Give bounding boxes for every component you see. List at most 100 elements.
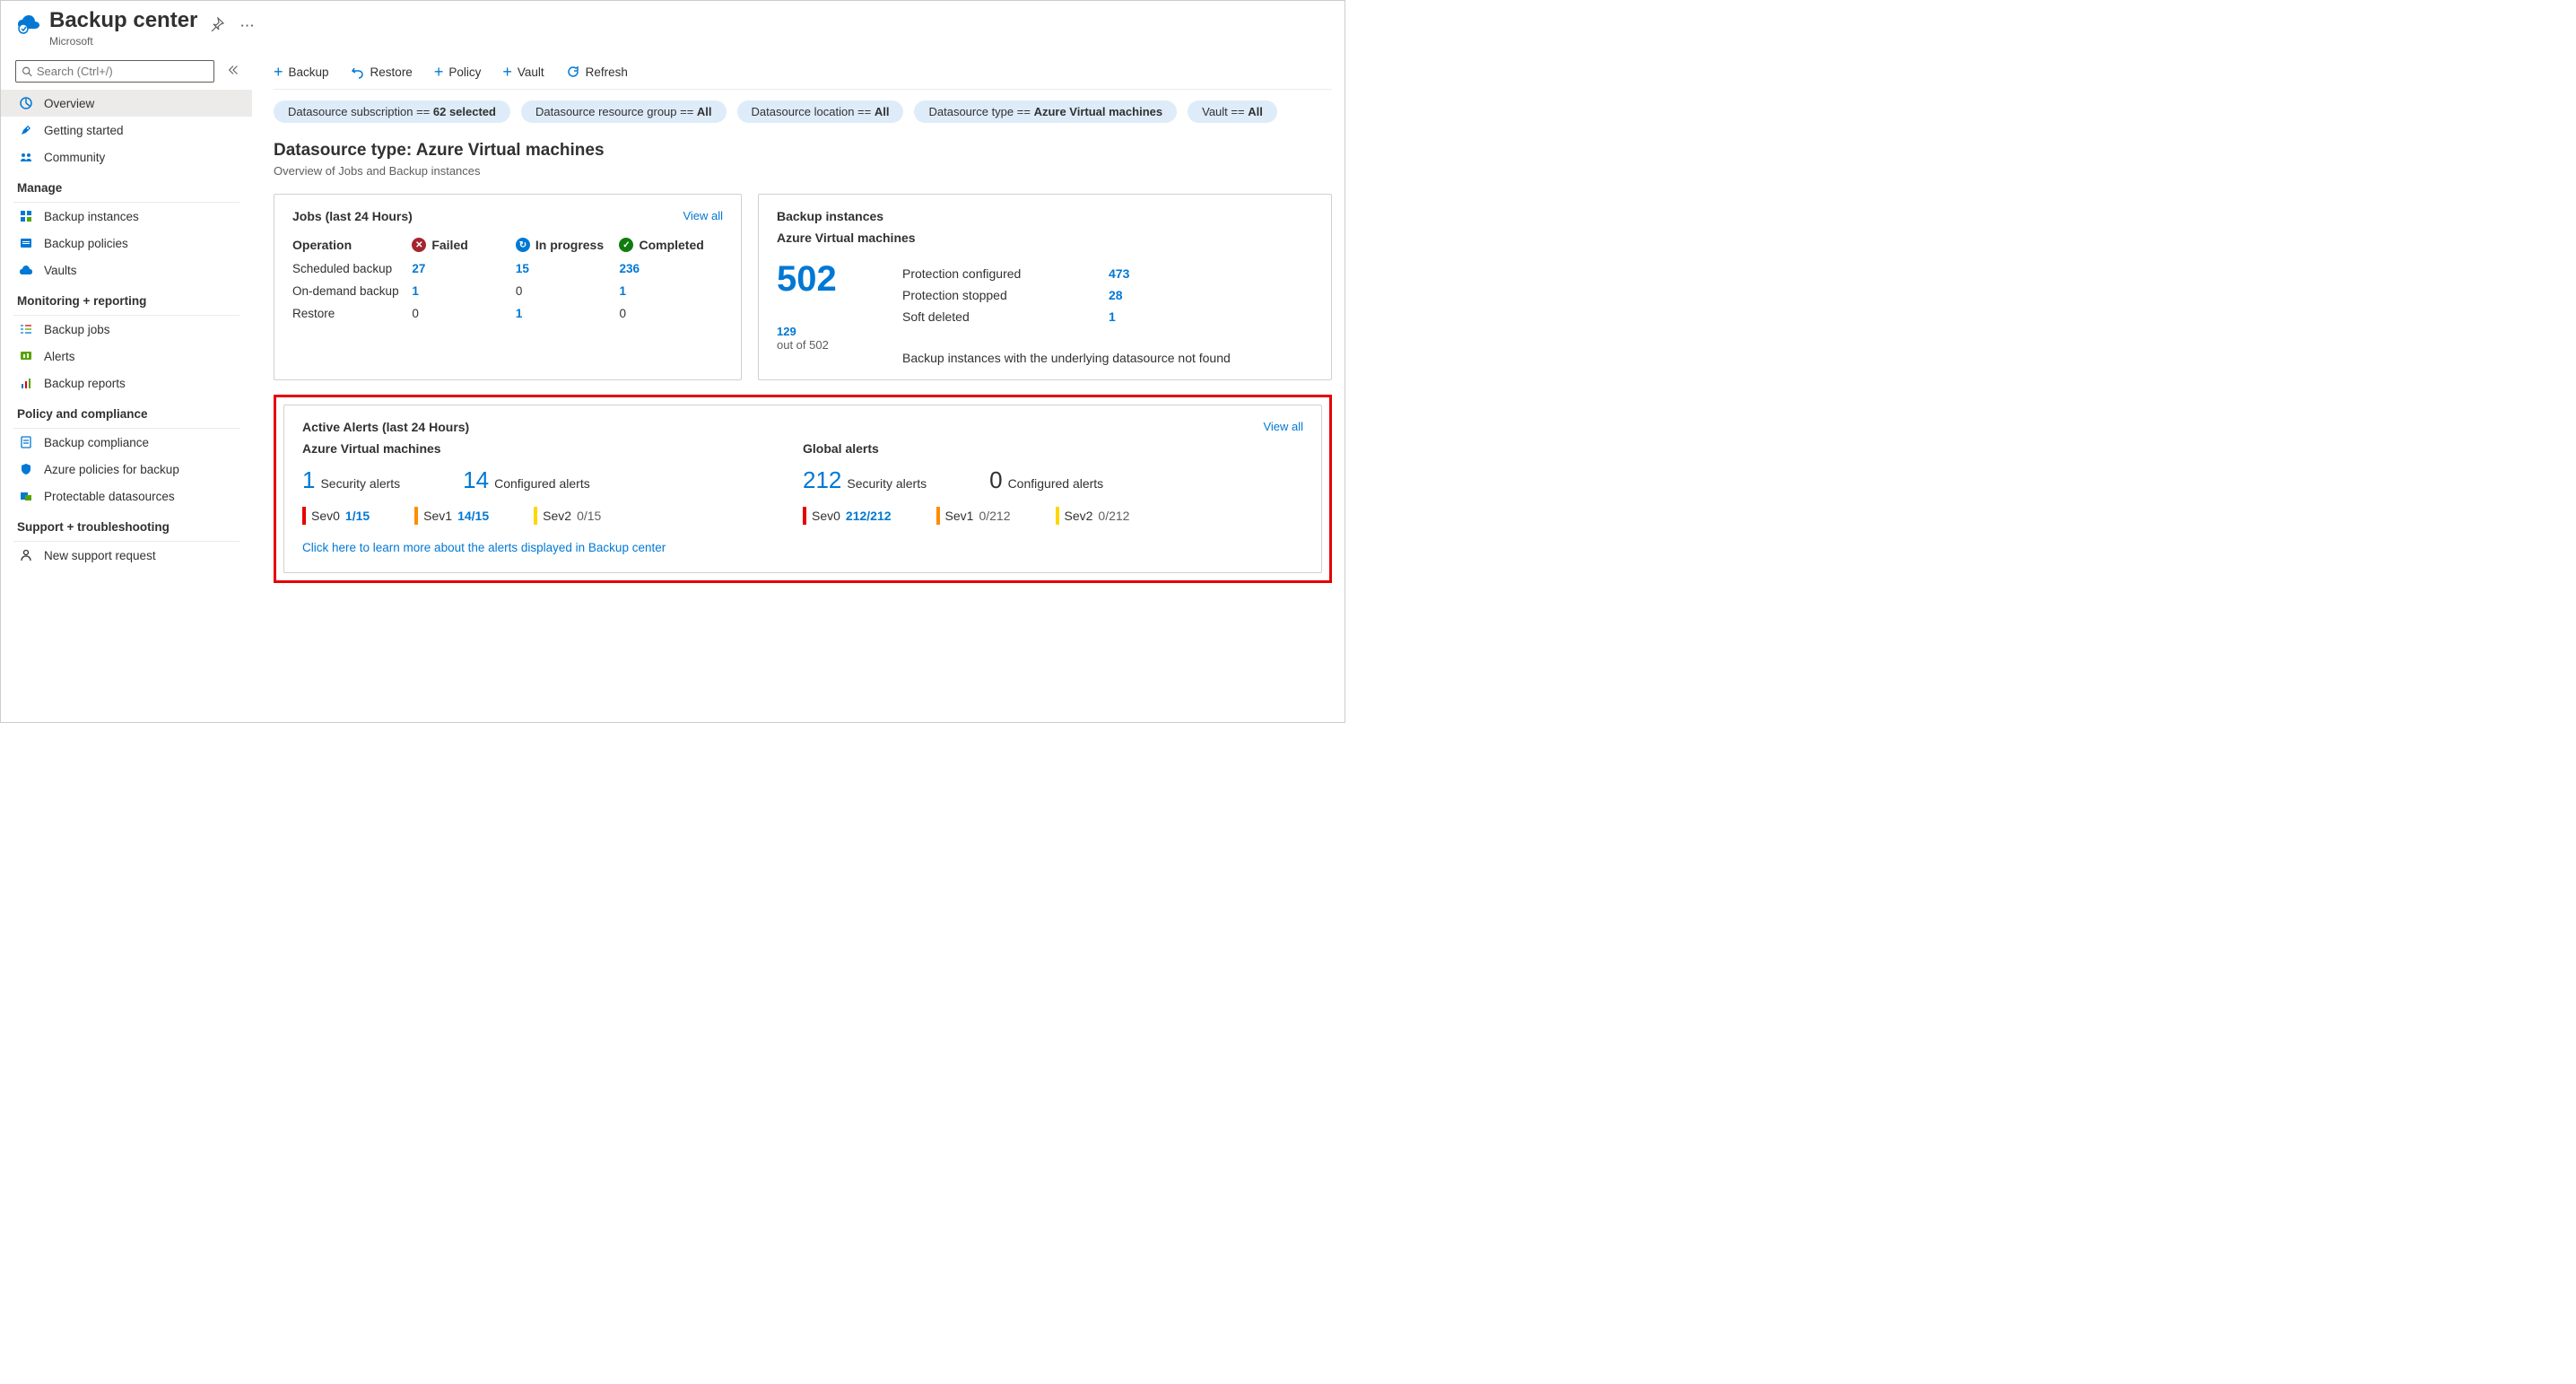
nav-backup-compliance[interactable]: Backup compliance xyxy=(1,429,252,456)
job-comp-link[interactable]: 236 xyxy=(619,262,640,275)
filter-subscription[interactable]: Datasource subscription == 62 selected xyxy=(274,100,510,123)
instances-notfound-link[interactable]: 129 xyxy=(777,325,796,338)
nav-getting-started[interactable]: Getting started xyxy=(1,117,252,144)
nav-backup-jobs[interactable]: Backup jobs xyxy=(1,316,252,343)
nav-label: Backup policies xyxy=(44,237,128,250)
more-icon[interactable]: ··· xyxy=(240,19,255,32)
stat-label: Protection stopped xyxy=(902,288,1109,302)
completed-icon: ✓ xyxy=(619,238,633,252)
jobs-row: Restore 0 1 0 xyxy=(292,302,723,325)
nav-backup-policies[interactable]: Backup policies xyxy=(1,230,252,257)
support-icon xyxy=(19,548,33,562)
col-in-progress: ↻In progress xyxy=(516,238,620,252)
sev0-bar xyxy=(803,507,806,525)
alert-label: Configured alerts xyxy=(494,476,590,491)
nav-vaults[interactable]: Vaults xyxy=(1,257,252,283)
backup-button[interactable]: +Backup xyxy=(274,64,329,80)
nav-azure-policies[interactable]: Azure policies for backup xyxy=(1,456,252,483)
stat-value-link[interactable]: 473 xyxy=(1109,266,1129,281)
nav-backup-reports[interactable]: Backup reports xyxy=(1,370,252,396)
sev-item: Sev20/15 xyxy=(534,507,601,525)
jobs-row: On-demand backup 1 0 1 xyxy=(292,280,723,302)
toolbar-label: Refresh xyxy=(586,65,628,79)
alerts-card-title: Active Alerts (last 24 Hours) xyxy=(302,420,1303,434)
toolbar-label: Restore xyxy=(370,65,413,79)
filter-vault[interactable]: Vault == All xyxy=(1188,100,1277,123)
job-comp: 0 xyxy=(619,307,626,320)
sev2-bar xyxy=(534,507,537,525)
overview-icon xyxy=(19,96,33,110)
filter-row: Datasource subscription == 62 selected D… xyxy=(274,90,1332,128)
section-title: Datasource type: Azure Virtual machines xyxy=(274,141,1332,161)
page-header: Backup center Microsoft ··· xyxy=(1,1,1345,57)
page-subtitle: Microsoft xyxy=(49,35,197,48)
reports-icon xyxy=(19,376,33,390)
nav-label: Backup reports xyxy=(44,377,126,390)
nav-community[interactable]: Community xyxy=(1,144,252,170)
community-icon xyxy=(19,150,33,164)
policy-button[interactable]: +Policy xyxy=(434,64,482,80)
vm-security-count[interactable]: 1 xyxy=(302,466,315,494)
stat-value-link[interactable]: 28 xyxy=(1109,288,1123,302)
global-configured-count: 0 xyxy=(989,466,1002,494)
job-prog-link[interactable]: 1 xyxy=(516,307,523,320)
job-op: On-demand backup xyxy=(292,284,412,298)
filter-resource-group[interactable]: Datasource resource group == All xyxy=(521,100,727,123)
instances-desc: Backup instances with the underlying dat… xyxy=(902,351,1297,365)
nav-alerts[interactable]: Alerts xyxy=(1,343,252,370)
jobs-view-all-link[interactable]: View all xyxy=(683,209,723,222)
instance-stat-row: Soft deleted 1 xyxy=(902,306,1313,327)
sev-item: Sev114/15 xyxy=(414,507,489,525)
stat-value-link[interactable]: 1 xyxy=(1109,309,1116,324)
toolbar-label: Policy xyxy=(448,65,481,79)
refresh-button[interactable]: Refresh xyxy=(566,65,628,79)
global-security-count[interactable]: 212 xyxy=(803,466,841,494)
alerts-view-all-link[interactable]: View all xyxy=(1263,420,1303,433)
nav-new-support[interactable]: New support request xyxy=(1,542,252,569)
job-failed-link[interactable]: 27 xyxy=(412,262,425,275)
sev-link[interactable]: 1/15 xyxy=(345,509,370,523)
nav-label: Community xyxy=(44,151,105,164)
instances-total-link[interactable]: 502 xyxy=(777,259,902,300)
policies-icon xyxy=(19,236,33,250)
filter-location[interactable]: Datasource location == All xyxy=(737,100,904,123)
pin-icon[interactable] xyxy=(210,17,224,34)
alerts-learn-more-link[interactable]: Click here to learn more about the alert… xyxy=(302,541,1303,554)
nav-protectable[interactable]: Protectable datasources xyxy=(1,483,252,509)
nav-overview[interactable]: Overview xyxy=(1,90,252,117)
sev2-bar xyxy=(1056,507,1059,525)
toolbar-label: Vault xyxy=(518,65,544,79)
alerts-card: View all Active Alerts (last 24 Hours) A… xyxy=(283,405,1322,573)
job-failed: 0 xyxy=(412,307,419,320)
job-op: Scheduled backup xyxy=(292,262,412,275)
vault-icon xyxy=(19,263,33,277)
job-prog-link[interactable]: 15 xyxy=(516,262,529,275)
vault-button[interactable]: +Vault xyxy=(502,64,544,80)
nav-section-support: Support + troubleshooting xyxy=(1,509,252,539)
refresh-icon xyxy=(566,65,580,79)
instance-stat-row: Protection configured 473 xyxy=(902,263,1313,284)
col-completed: ✓Completed xyxy=(619,238,723,252)
sev-link[interactable]: 14/15 xyxy=(457,509,489,523)
col-failed: ✕Failed xyxy=(412,238,516,252)
collapse-sidebar-icon[interactable] xyxy=(227,64,239,79)
sev-link[interactable]: 212/212 xyxy=(846,509,892,523)
nav-section-manage: Manage xyxy=(1,170,252,200)
protectable-icon xyxy=(19,489,33,503)
sev0-bar xyxy=(302,507,306,525)
nav-backup-instances[interactable]: Backup instances xyxy=(1,203,252,230)
job-op: Restore xyxy=(292,307,412,320)
azure-policy-icon xyxy=(19,462,33,476)
section-subtitle: Overview of Jobs and Backup instances xyxy=(274,164,1332,178)
alerts-vm-col: Azure Virtual machines 1Security alerts … xyxy=(302,441,803,525)
sev-item: Sev01/15 xyxy=(302,507,370,525)
instances-card: Backup instances Azure Virtual machines … xyxy=(758,194,1332,380)
instances-subtype: Azure Virtual machines xyxy=(777,231,1313,245)
filter-datasource-type[interactable]: Datasource type == Azure Virtual machine… xyxy=(914,100,1177,123)
nav-label: Backup instances xyxy=(44,210,139,223)
restore-button[interactable]: Restore xyxy=(351,65,413,79)
job-failed-link[interactable]: 1 xyxy=(412,284,419,298)
job-comp-link[interactable]: 1 xyxy=(619,284,626,298)
vm-configured-count[interactable]: 14 xyxy=(463,466,489,494)
search-input[interactable] xyxy=(15,60,214,83)
